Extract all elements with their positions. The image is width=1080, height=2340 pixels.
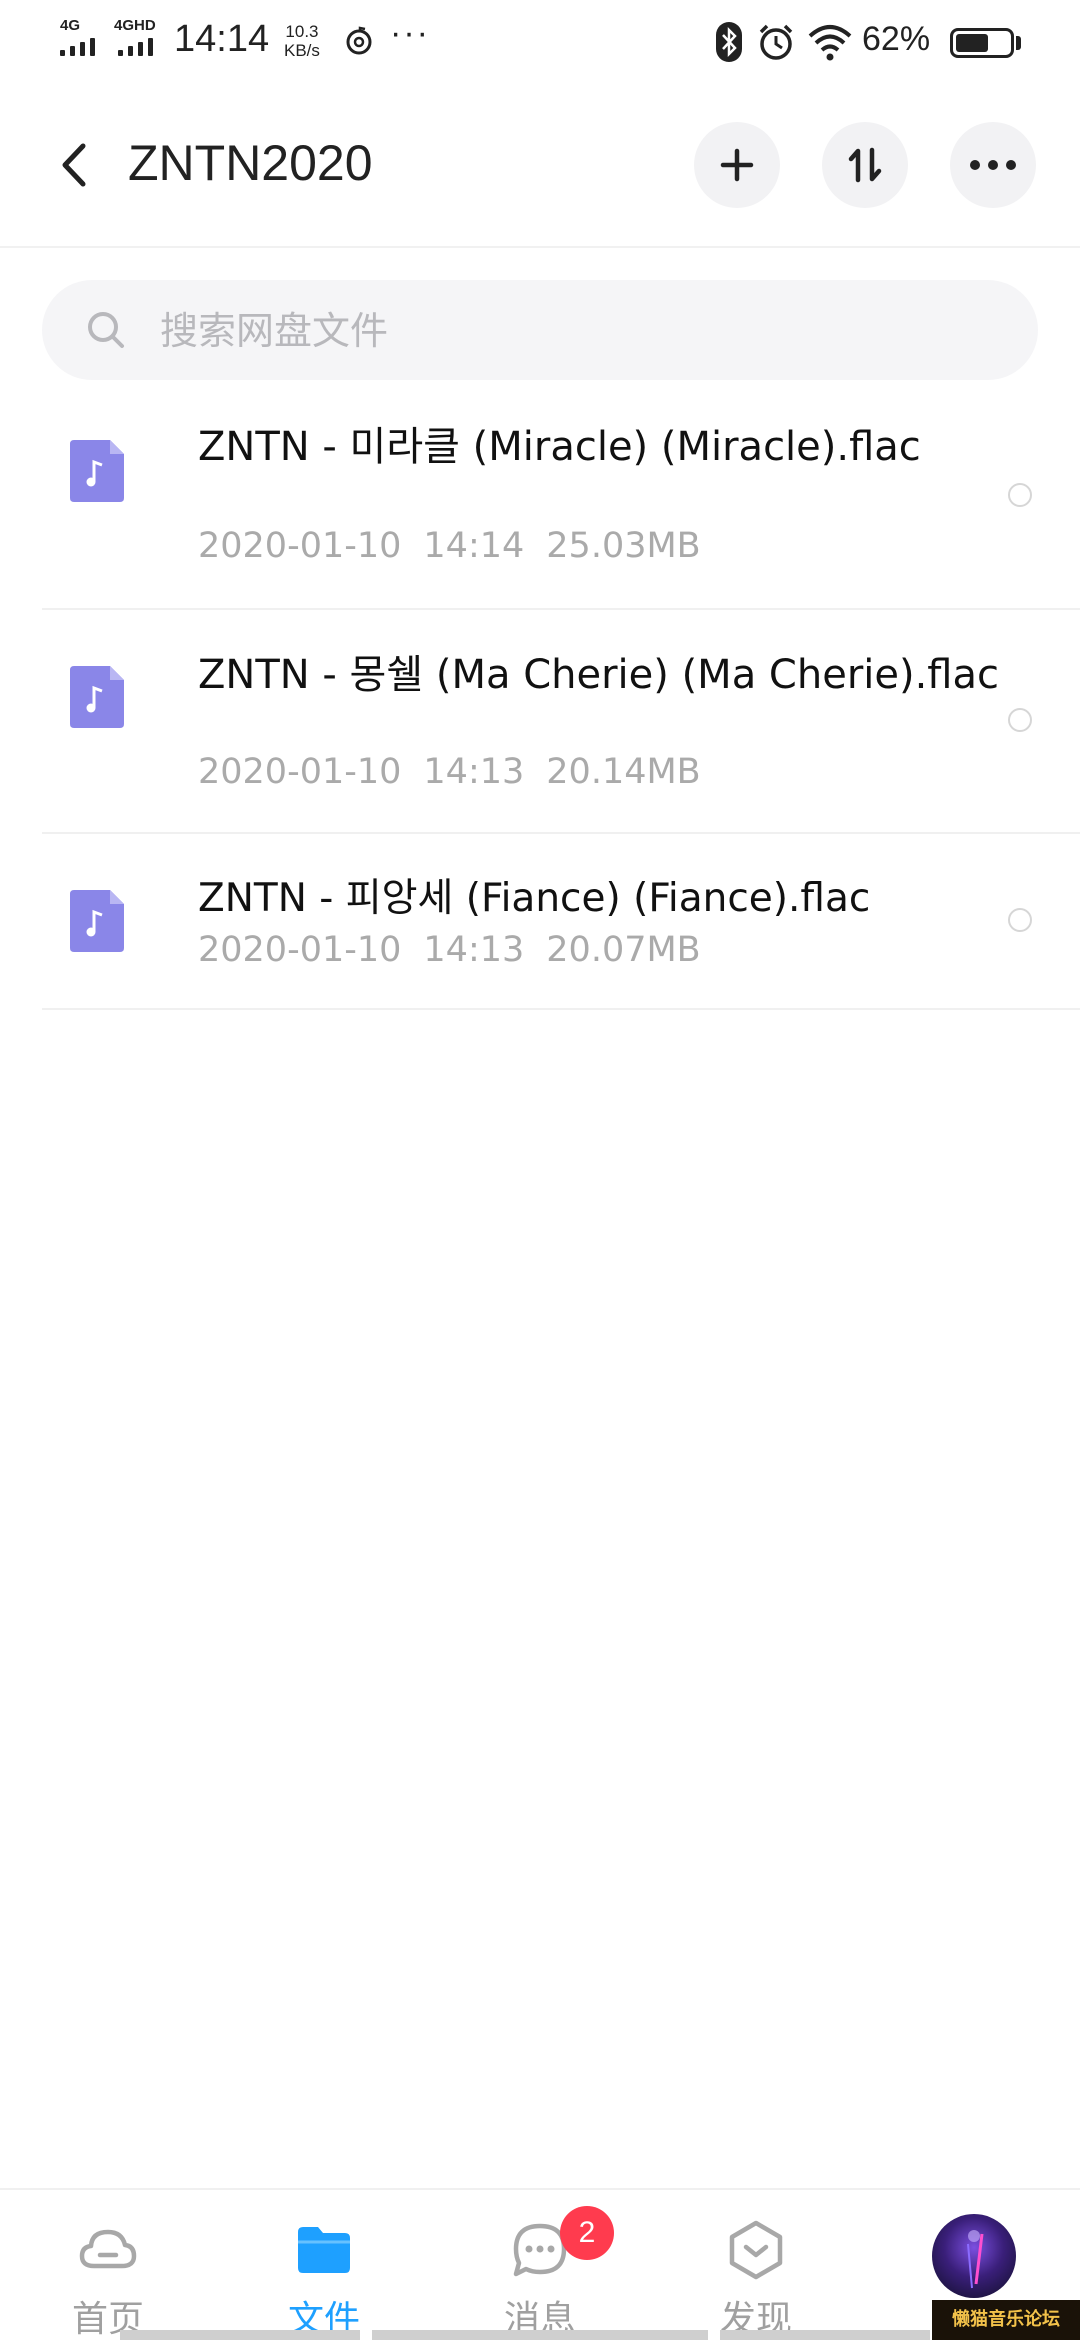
search-bar[interactable] — [42, 280, 1038, 380]
file-meta: 2020-01-10 14:14 25.03MB — [198, 526, 723, 566]
signal-bars-1 — [60, 38, 95, 56]
gesture-bar — [720, 2330, 930, 2340]
search-icon — [88, 312, 124, 348]
avatar-image — [967, 2230, 984, 2289]
back-icon — [62, 143, 86, 187]
avatar[interactable] — [932, 2214, 1016, 2298]
file-date: 2020-01-10 — [198, 752, 402, 792]
file-date: 2020-01-10 — [198, 930, 402, 970]
file-name: ZNTN - 미라클 (Miracle) (Miracle).flac — [198, 424, 921, 470]
search-input[interactable] — [158, 302, 962, 360]
file-size: 25.03MB — [546, 526, 701, 566]
music-file-icon — [70, 440, 124, 502]
battery-percent: 62% — [862, 20, 931, 58]
message-badge: 2 — [560, 2206, 614, 2260]
gesture-bar — [372, 2330, 708, 2340]
file-row[interactable]: ZNTN - 피앙세 (Fiance) (Fiance).flac 2020-0… — [42, 832, 1080, 1010]
file-meta: 2020-01-10 14:13 20.14MB — [198, 752, 723, 792]
nav-item-discover[interactable]: 发现 — [648, 2190, 864, 2340]
file-name: ZNTN - 피앙세 (Fiance) (Fiance).flac — [198, 876, 871, 921]
battery-tip — [1016, 36, 1021, 50]
select-checkbox[interactable] — [1008, 483, 1032, 507]
nav-item-files[interactable]: 文件 — [216, 2190, 432, 2340]
sort-button[interactable] — [822, 122, 908, 208]
header: ZNTN2020 — [0, 84, 1080, 248]
gesture-bar — [120, 2330, 360, 2340]
network-speed: 10.3 KB/s — [284, 22, 320, 60]
nav-item-home[interactable]: 首页 — [0, 2190, 216, 2340]
file-date: 2020-01-10 — [198, 526, 402, 566]
wifi-icon — [808, 25, 852, 61]
plus-icon — [720, 148, 754, 182]
cloud-home-icon — [79, 2229, 137, 2269]
sort-icon — [848, 147, 882, 183]
nav-item-messages[interactable]: 2 消息 — [432, 2190, 648, 2340]
battery-icon — [950, 28, 1014, 58]
signal-bars-2 — [118, 38, 153, 56]
file-name: ZNTN - 몽쉘 (Ma Cherie) (Ma Cherie).flac — [198, 652, 1000, 698]
forum-watermark: 懒猫音乐论坛 — [932, 2300, 1080, 2340]
bluetooth-icon — [716, 22, 742, 62]
bottom-nav: 首页 文件 2 消息 发现 — [0, 2188, 1080, 2340]
file-meta: 2020-01-10 14:13 20.07MB — [198, 930, 723, 970]
more-button[interactable] — [950, 122, 1036, 208]
file-size: 20.14MB — [546, 752, 701, 792]
network-type-2: 4GHD — [114, 17, 156, 34]
music-file-icon — [70, 890, 124, 952]
select-checkbox[interactable] — [1008, 908, 1032, 932]
app-screen: 4G 4GHD 14:14 10.3 KB/s ··· 62% ZNTN2020… — [0, 0, 1080, 2340]
alarm-icon — [759, 24, 793, 60]
clock: 14:14 — [174, 18, 270, 60]
netease-music-icon — [346, 26, 372, 55]
more-icon — [970, 160, 1016, 170]
network-speed-value: 10.3 — [285, 22, 319, 41]
back-button[interactable] — [44, 130, 104, 200]
file-row[interactable]: ZNTN - 미라클 (Miracle) (Miracle).flac 2020… — [42, 400, 1080, 610]
page-title: ZNTN2020 — [128, 135, 373, 191]
battery-level — [956, 34, 988, 52]
file-row[interactable]: ZNTN - 몽쉘 (Ma Cherie) (Ma Cherie).flac 2… — [42, 608, 1080, 834]
file-time: 14:14 — [423, 526, 525, 566]
folder-icon — [298, 2227, 350, 2273]
status-bar: 4G 4GHD 14:14 10.3 KB/s ··· 62% — [0, 0, 1080, 84]
select-checkbox[interactable] — [1008, 708, 1032, 732]
add-button[interactable] — [694, 122, 780, 208]
file-size: 20.07MB — [546, 930, 701, 970]
network-speed-unit: KB/s — [284, 41, 320, 60]
file-time: 14:13 — [423, 930, 525, 970]
music-file-icon — [70, 666, 124, 728]
more-notifications-icon: ··· — [390, 14, 430, 52]
discover-icon — [729, 2220, 783, 2280]
network-type-1: 4G — [60, 17, 81, 34]
file-time: 14:13 — [423, 752, 525, 792]
